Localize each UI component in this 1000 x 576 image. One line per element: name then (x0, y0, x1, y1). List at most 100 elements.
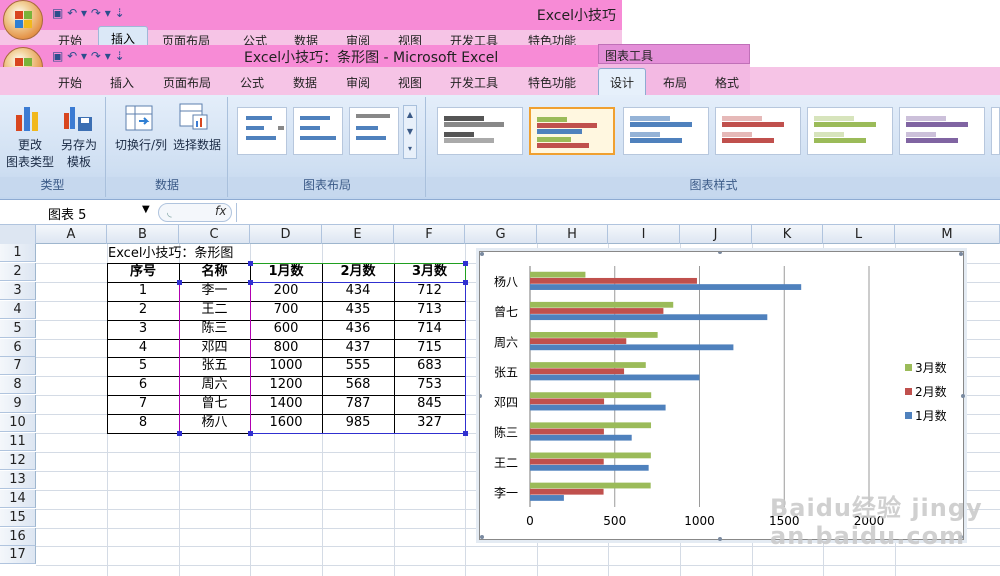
row-header-17[interactable]: 17 (0, 546, 36, 565)
select-data-button[interactable]: 选择数据 (167, 137, 227, 154)
table-cell[interactable]: 8 (107, 414, 179, 433)
chart-style-6[interactable] (899, 107, 985, 155)
row-header-14[interactable]: 14 (0, 489, 36, 508)
table-cell[interactable]: 李一 (179, 281, 250, 300)
table-cell[interactable]: 曾七 (179, 395, 250, 414)
table-header-cell[interactable]: 2月数 (322, 262, 394, 281)
table-cell[interactable]: 437 (322, 338, 394, 357)
name-box-dropdown-icon[interactable]: ▼ (142, 204, 150, 215)
row-header-8[interactable]: 8 (0, 376, 36, 395)
column-header-K[interactable]: K (752, 225, 823, 244)
chart-style-4[interactable] (715, 107, 801, 155)
row-header-9[interactable]: 9 (0, 395, 36, 414)
table-cell[interactable]: 434 (322, 281, 394, 300)
table-cell[interactable]: 800 (250, 338, 322, 357)
tab-format[interactable]: 格式 (715, 74, 739, 91)
row-header-7[interactable]: 7 (0, 357, 36, 376)
table-cell[interactable]: 787 (322, 395, 394, 414)
table-cell[interactable]: 600 (250, 319, 322, 338)
range-handle[interactable] (463, 431, 468, 436)
tab-design[interactable]: 设计 (610, 74, 634, 91)
tab-page-layout[interactable]: 页面布局 (163, 74, 211, 91)
table-cell[interactable]: 700 (250, 300, 322, 319)
chart-layout-1[interactable] (237, 107, 287, 155)
table-cell[interactable]: 5 (107, 357, 179, 376)
tab-developer[interactable]: 开发工具 (450, 74, 498, 91)
table-cell[interactable]: 714 (394, 319, 465, 338)
table-cell[interactable]: 4 (107, 338, 179, 357)
formula-input[interactable] (236, 203, 1000, 222)
tab-data[interactable]: 数据 (293, 74, 317, 91)
chart-layout-3[interactable] (349, 107, 399, 155)
table-cell[interactable]: 1200 (250, 376, 322, 395)
column-header-J[interactable]: J (680, 225, 752, 244)
range-handle[interactable] (177, 279, 182, 285)
table-cell[interactable]: 327 (394, 414, 465, 433)
table-cell[interactable]: 王二 (179, 300, 250, 319)
chart-style-7-partial[interactable] (991, 107, 1000, 155)
column-header-I[interactable]: I (608, 225, 680, 244)
quick-access-toolbar[interactable]: ▣ ↶ ▾ ↷ ▾ ⇣ (52, 49, 125, 63)
table-cell[interactable]: 张五 (179, 357, 250, 376)
insert-function-icon[interactable]: fx (215, 204, 226, 218)
layout-gallery-scroll[interactable]: ▲ ▼ ▾ (403, 105, 417, 159)
row-header-11[interactable]: 11 (0, 433, 36, 451)
change-chart-type-button[interactable]: 更改 图表类型 (4, 137, 56, 171)
row-header-2[interactable]: 2 (0, 262, 36, 281)
row-header-6[interactable]: 6 (0, 338, 36, 357)
save-as-template-button[interactable]: 另存为 模板 (54, 137, 104, 171)
column-header-F[interactable]: F (394, 225, 465, 244)
column-header-D[interactable]: D (250, 225, 322, 244)
range-handle[interactable] (248, 279, 253, 285)
range-handle[interactable] (248, 260, 253, 266)
table-cell[interactable]: 200 (250, 281, 322, 300)
table-cell[interactable]: 713 (394, 300, 465, 319)
table-cell[interactable]: 683 (394, 357, 465, 376)
column-header-G[interactable]: G (465, 225, 537, 244)
chart-style-1[interactable] (437, 107, 523, 155)
chart-style-2-selected[interactable] (529, 107, 615, 155)
chart-layout-2[interactable] (293, 107, 343, 155)
table-cell[interactable]: 1600 (250, 414, 322, 433)
row-header-15[interactable]: 15 (0, 508, 36, 527)
range-handle[interactable] (177, 431, 182, 436)
table-cell[interactable]: 2 (107, 300, 179, 319)
table-cell[interactable]: 1000 (250, 357, 322, 376)
table-header-cell[interactable]: 3月数 (394, 262, 465, 281)
column-header-C[interactable]: C (179, 225, 250, 244)
table-cell[interactable]: 845 (394, 395, 465, 414)
tab-features[interactable]: 特色功能 (528, 74, 576, 91)
switch-row-column-button[interactable]: 切换行/列 (111, 137, 171, 154)
column-header-H[interactable]: H (537, 225, 608, 244)
row-header-12[interactable]: 12 (0, 451, 36, 470)
table-header-cell[interactable]: 名称 (179, 262, 250, 281)
column-header-L[interactable]: L (823, 225, 895, 244)
select-all-corner[interactable] (0, 225, 36, 244)
table-cell[interactable]: 杨八 (179, 414, 250, 433)
row-header-4[interactable]: 4 (0, 300, 36, 319)
table-cell[interactable]: 周六 (179, 376, 250, 395)
table-cell[interactable]: 邓四 (179, 338, 250, 357)
table-cell[interactable]: 陈三 (179, 319, 250, 338)
tab-review[interactable]: 审阅 (346, 74, 370, 91)
row-header-3[interactable]: 3 (0, 281, 36, 300)
range-handle[interactable] (463, 279, 468, 285)
row-header-1[interactable]: 1 (0, 244, 36, 262)
tab-insert[interactable]: 插入 (110, 74, 134, 91)
column-header-E[interactable]: E (322, 225, 394, 244)
column-header-A[interactable]: A (36, 225, 107, 244)
table-cell[interactable]: 435 (322, 300, 394, 319)
table-header-cell[interactable]: 序号 (107, 262, 179, 281)
table-cell[interactable]: 1 (107, 281, 179, 300)
range-handle[interactable] (248, 431, 253, 436)
tab-formulas[interactable]: 公式 (240, 74, 264, 91)
formula-expand-icon[interactable]: ◟ (167, 205, 172, 219)
table-cell[interactable]: 753 (394, 376, 465, 395)
table-cell[interactable]: 1400 (250, 395, 322, 414)
table-cell[interactable]: 3 (107, 319, 179, 338)
table-cell[interactable]: 568 (322, 376, 394, 395)
table-cell[interactable]: 436 (322, 319, 394, 338)
range-handle[interactable] (463, 260, 468, 266)
row-header-10[interactable]: 10 (0, 414, 36, 433)
chart-style-3[interactable] (623, 107, 709, 155)
